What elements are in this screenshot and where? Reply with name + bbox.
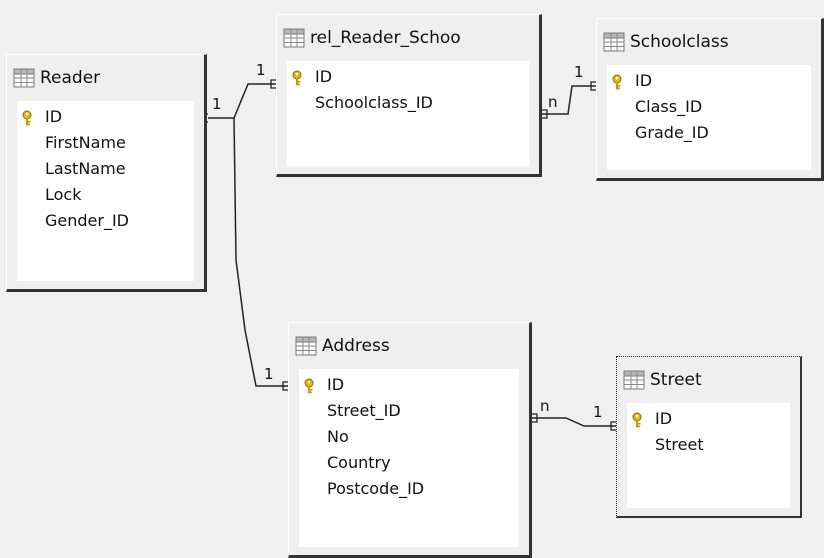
- table-header[interactable]: Reader: [13, 63, 200, 93]
- table-address[interactable]: Address ID Street_ID No Country Postcode_ID: [288, 322, 532, 558]
- table-header[interactable]: Address: [295, 331, 525, 361]
- table-title: Schoolclass: [630, 32, 729, 52]
- field-list[interactable]: ID Schoolclass_ID: [287, 61, 529, 166]
- field-name: ID: [315, 67, 333, 86]
- table-reader[interactable]: Reader ID FirstName LastName Lock Gender_ID: [6, 54, 207, 292]
- table-street[interactable]: Street ID Street: [616, 356, 802, 518]
- field-name: Grade_ID: [635, 123, 709, 142]
- table-header[interactable]: rel_Reader_Schoo: [283, 23, 535, 53]
- key-icon: [611, 73, 623, 90]
- table-grid-icon: [283, 28, 305, 48]
- key-icon: [21, 109, 33, 126]
- relation-line-address-street[interactable]: [532, 417, 616, 427]
- field-name: Class_ID: [635, 97, 703, 116]
- table-header[interactable]: Schoolclass: [603, 27, 817, 57]
- field-name: Gender_ID: [45, 211, 129, 230]
- field-name: FirstName: [45, 133, 126, 152]
- field-list[interactable]: ID Street: [627, 403, 790, 508]
- table-title: Street: [650, 370, 702, 390]
- field-name: Schoolclass_ID: [315, 93, 433, 112]
- key-icon: [303, 377, 315, 394]
- key-icon: [291, 69, 303, 86]
- cardinality-label: 1: [593, 403, 603, 421]
- field-name: Lock: [45, 185, 82, 204]
- relationship-design-canvas[interactable]: Reader ID FirstName LastName Lock Gender_ID re…: [0, 0, 824, 558]
- table-grid-icon: [603, 32, 625, 52]
- field-name: Street: [655, 435, 704, 454]
- table-header[interactable]: Street: [623, 365, 796, 395]
- table-title: rel_Reader_Schoo: [310, 28, 461, 48]
- table-grid-icon: [13, 68, 35, 88]
- key-icon: [631, 411, 643, 428]
- cardinality-label: 1: [256, 61, 266, 79]
- table-grid-icon: [623, 370, 645, 390]
- field-name: ID: [635, 71, 653, 90]
- cardinality-label: 1: [212, 95, 222, 113]
- cardinality-label: 1: [574, 63, 584, 81]
- field-name: ID: [655, 409, 673, 428]
- cardinality-label: 1: [264, 365, 274, 383]
- table-schoolclass[interactable]: Schoolclass ID Class_ID Grade_ID: [596, 18, 824, 181]
- cardinality-label: n: [540, 397, 550, 415]
- field-list[interactable]: ID Class_ID Grade_ID: [607, 65, 811, 170]
- field-list[interactable]: ID FirstName LastName Lock Gender_ID: [17, 101, 194, 281]
- cardinality-label: n: [548, 93, 558, 111]
- table-grid-icon: [295, 336, 317, 356]
- field-name: LastName: [45, 159, 126, 178]
- field-list[interactable]: ID Street_ID No Country Postcode_ID: [299, 369, 519, 547]
- table-title: Address: [322, 336, 390, 356]
- field-name: Street_ID: [327, 401, 401, 420]
- field-name: Country: [327, 453, 391, 472]
- field-name: No: [327, 427, 349, 446]
- field-name: ID: [327, 375, 345, 394]
- field-name: ID: [45, 107, 63, 126]
- field-name: Postcode_ID: [327, 479, 425, 498]
- table-title: Reader: [40, 68, 101, 88]
- table-rel[interactable]: rel_Reader_Schoo ID Schoolclass_ID: [276, 14, 542, 177]
